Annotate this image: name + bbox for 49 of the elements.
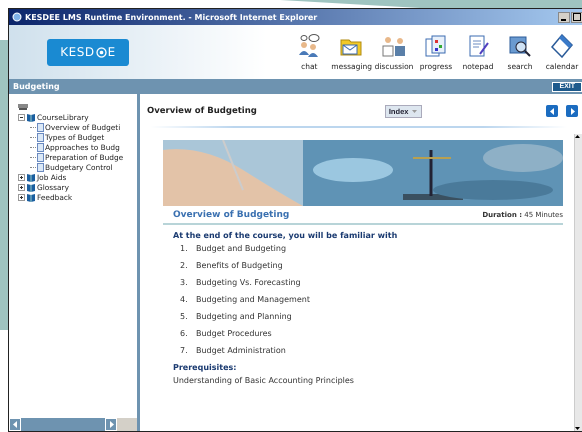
list-number: 3.: [180, 278, 189, 289]
expand-icon[interactable]: [18, 194, 25, 202]
book-icon: [26, 112, 36, 122]
down-arrow-icon: [575, 426, 580, 431]
topic-item: Budgeting and Management: [196, 295, 310, 306]
maximize-button[interactable]: [571, 12, 582, 22]
list-number: 1.: [180, 244, 189, 255]
expand-icon[interactable]: [18, 184, 25, 192]
topic-item: Budget Procedures: [196, 329, 272, 340]
previous-button[interactable]: [546, 105, 558, 117]
list-number: 7.: [180, 346, 189, 357]
expand-icon[interactable]: [18, 174, 25, 182]
left-arrow-icon: [550, 108, 554, 114]
people-speech-icon: [296, 33, 322, 59]
book-icon: [26, 193, 36, 202]
topic-item: Budgeting and Planning: [196, 312, 292, 323]
minimize-button[interactable]: [558, 12, 570, 22]
caret-icon: [411, 108, 418, 114]
book-icon: [26, 173, 36, 182]
logo-text: E: [108, 45, 116, 59]
intro-text: At the end of the course, you will be familiar with: [173, 231, 398, 240]
browser-icon: [12, 12, 22, 22]
book-icon: [26, 183, 36, 192]
up-arrow-icon: [575, 134, 580, 139]
prerequisites-label: Prerequisites:: [173, 363, 238, 372]
logo-text: KESD: [60, 45, 95, 59]
right-arrow-icon: [570, 108, 574, 114]
globe-icon: [96, 46, 107, 58]
list-number: 4.: [180, 295, 189, 306]
maximize-icon: [573, 13, 581, 21]
course-title: Budgeting: [13, 82, 60, 91]
topic-item: Benefits of Budgeting: [196, 261, 283, 272]
computer-icon: [18, 102, 29, 111]
topic-item: Budget Administration: [196, 346, 286, 357]
list-number: 6.: [180, 329, 189, 340]
page-title: Overview of Budgeting: [147, 106, 257, 116]
next-button[interactable]: [566, 105, 578, 117]
list-number: 2.: [180, 261, 189, 272]
section-heading: Overview of Budgeting: [173, 210, 290, 220]
left-arrow-icon: [12, 421, 18, 428]
calendar-icon: [549, 33, 575, 59]
right-arrow-icon: [108, 421, 114, 428]
window-title: KESDEE LMS Runtime Environment. - Microsoft Internet Explorer: [25, 12, 318, 22]
collapse-icon[interactable]: [18, 114, 25, 120]
list-number: 5.: [180, 312, 189, 323]
horizontal-scrollbar[interactable]: [9, 418, 137, 431]
topic-item: Budget and Budgeting: [196, 244, 286, 255]
topic-item: Budgeting Vs. Forecasting: [196, 278, 301, 289]
prerequisites-text: Understanding of Basic Accounting Principles: [173, 376, 355, 385]
